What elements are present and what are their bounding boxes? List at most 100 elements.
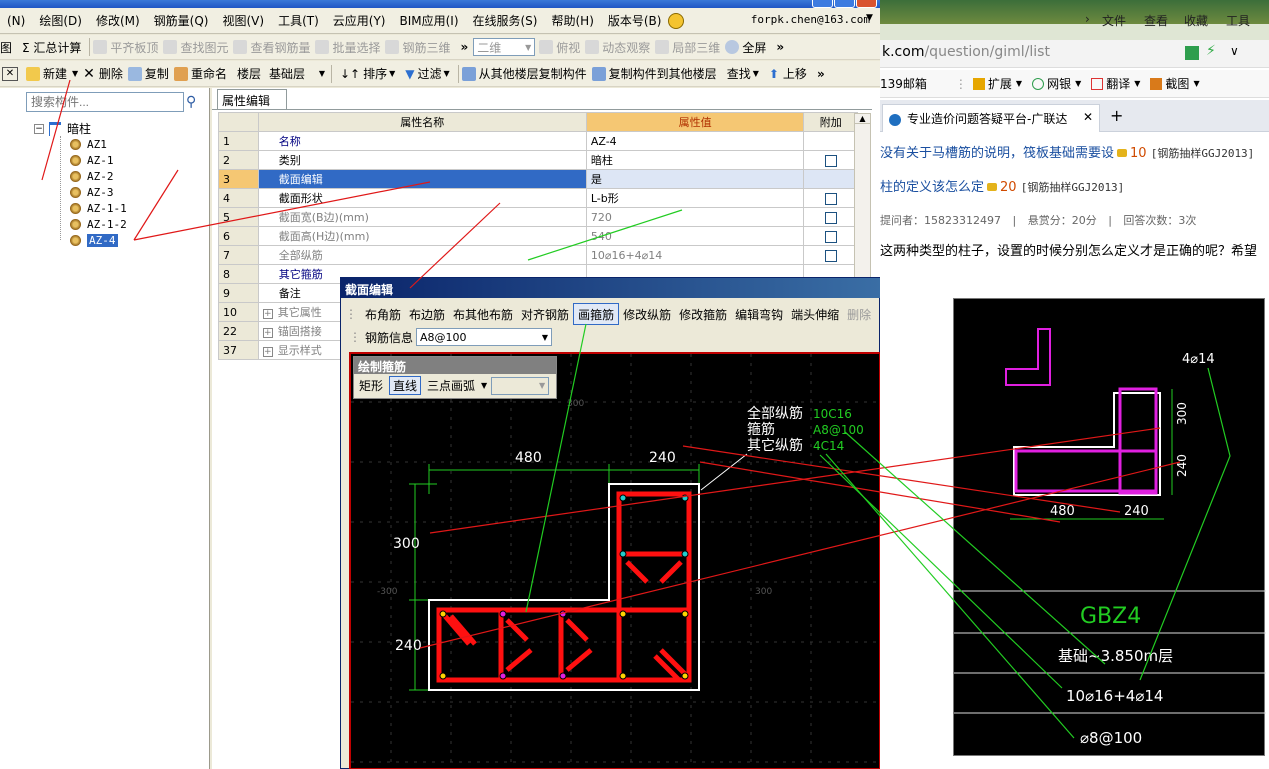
question-link-2[interactable]: 柱的定义该怎么定 20 [钢筋抽样GGJ2013] <box>880 176 1124 195</box>
local-3d-button[interactable]: 局部三维 <box>672 36 725 58</box>
copy-from-floor-button[interactable]: 从其他楼层复制构件 <box>479 63 592 85</box>
expand-icon[interactable]: + <box>262 347 273 357</box>
table-row[interactable]: 7 全部纵筋 10⌀16+4⌀14 <box>218 245 858 265</box>
fullscreen-button[interactable]: 全屏 <box>742 36 771 58</box>
tree-item-az1[interactable]: AZ1 <box>70 138 107 151</box>
prop-value[interactable]: 暗柱 <box>585 150 805 170</box>
top-view-button[interactable]: 俯视 <box>556 36 585 58</box>
table-row[interactable]: 1 名称 AZ-4 <box>218 131 858 151</box>
rectangle-tool-button[interactable]: 矩形 <box>357 377 385 394</box>
find-element-button[interactable]: 查找图元 <box>180 36 233 58</box>
sort-button[interactable]: ↓↑ 排序 ▼ <box>335 63 400 85</box>
close-panel-icon[interactable]: ✕ <box>2 66 18 81</box>
close-button[interactable] <box>856 0 877 8</box>
filter-button[interactable]: ▼ 过滤 ▼ <box>400 63 454 85</box>
user-account[interactable]: forpk.chen@163.com <box>751 13 870 26</box>
floor-select[interactable]: 基础层 ▼ <box>266 65 328 83</box>
extra-checkbox[interactable] <box>824 154 837 167</box>
maximize-button[interactable] <box>834 0 855 8</box>
browser-tab-active[interactable]: 专业造价问题答疑平台-广联达 ✕ <box>882 104 1100 132</box>
modify-stirrup-button[interactable]: 修改箍筋 <box>675 303 731 325</box>
find-button[interactable]: 查找 ▼ <box>722 63 764 85</box>
view-mode-select[interactable]: 二维 ▼ <box>473 38 536 56</box>
scroll-up-icon[interactable]: ▲ <box>855 114 870 124</box>
minimize-button[interactable] <box>812 0 833 8</box>
prop-value[interactable]: 10⌀16+4⌀14 <box>585 245 805 265</box>
chevron-down-icon[interactable]: ∨ <box>1230 44 1239 58</box>
chevron-down-icon[interactable]: ▼ <box>1193 79 1199 88</box>
align-slab-top-button[interactable]: 平齐板顶 <box>110 36 163 58</box>
menu-item-rebar[interactable]: 钢筋量(Q) <box>147 12 216 29</box>
extra-checkbox[interactable] <box>824 211 837 224</box>
batch-select-button[interactable]: 批量选择 <box>332 36 385 58</box>
prop-value[interactable]: 540 <box>585 226 805 246</box>
browser-menu-view[interactable]: 查看 <box>1144 12 1168 29</box>
menu-item-online[interactable]: 在线服务(S) <box>466 12 545 29</box>
menu-item-cloud[interactable]: 云应用(Y) <box>326 12 393 29</box>
qr-icon[interactable] <box>1185 46 1199 60</box>
delete-button[interactable]: ✕ 删除 <box>78 63 128 85</box>
chevron-down-icon[interactable]: ▼ <box>1016 79 1022 88</box>
table-row[interactable]: 4 截面形状 L-b形 <box>218 188 858 208</box>
tree-item-az-1[interactable]: AZ-1 <box>70 154 114 167</box>
table-row[interactable]: 2 类别 暗柱 <box>218 150 858 170</box>
prop-value[interactable]: 720 <box>585 207 805 227</box>
browser-menu-file[interactable]: 文件 <box>1102 12 1126 29</box>
bookmark-screenshot[interactable]: 截图 <box>1165 75 1189 92</box>
new-button[interactable]: 新建 <box>43 63 72 85</box>
table-row-selected[interactable]: 3 截面编辑是 <box>218 169 858 189</box>
toolbar-item-view[interactable]: 图 <box>0 36 17 58</box>
toolbar-overflow-icon[interactable]: » <box>812 63 830 85</box>
browser-menu-tools[interactable]: 工具 <box>1226 12 1250 29</box>
end-extend-button[interactable]: 端头伸缩 <box>787 303 843 325</box>
menu-item-bim[interactable]: BIM应用(I) <box>392 12 465 29</box>
summary-calc-button[interactable]: Σ 汇总计算 <box>17 36 86 58</box>
modify-long-rebar-button[interactable]: 修改纵筋 <box>619 303 675 325</box>
new-tab-button[interactable]: + <box>1110 106 1123 125</box>
address-bar[interactable]: k.com/question/giml/list ⚡ ∨ <box>880 40 1269 68</box>
expand-icon[interactable]: + <box>262 309 273 319</box>
chevron-down-icon[interactable]: ▼ <box>481 381 487 390</box>
rebar-info-select[interactable]: A8@100 ▼ <box>416 328 553 346</box>
menu-item-tools[interactable]: 工具(T) <box>271 12 326 29</box>
menu-item-draw[interactable]: 绘图(D) <box>32 12 89 29</box>
corner-rebar-button[interactable]: 布角筋 <box>361 303 405 325</box>
bookmark-139mail[interactable]: 139邮箱 <box>880 75 927 92</box>
other-rebar-button[interactable]: 布其他布筋 <box>449 303 517 325</box>
tree-item-az-2[interactable]: AZ-2 <box>70 170 114 183</box>
user-dropdown-icon[interactable]: ▼ <box>866 13 873 23</box>
chevron-down-icon[interactable]: ▼ <box>1075 79 1081 88</box>
lightning-icon[interactable]: ⚡ <box>1206 43 1216 59</box>
collapse-icon[interactable]: − <box>34 123 44 134</box>
copy-to-floor-button[interactable]: 复制构件到其他楼层 <box>609 63 722 85</box>
rebar-3d-button[interactable]: 钢筋三维 <box>402 36 455 58</box>
prop-value[interactable]: L-b形 <box>585 188 805 208</box>
search-icon[interactable]: ⚲ <box>186 94 196 110</box>
bookmark-extension[interactable]: 扩展 <box>988 75 1012 92</box>
menu-item-version[interactable]: 版本号(B) <box>601 12 669 29</box>
tab-property-edit[interactable]: 属性编辑 <box>217 89 287 109</box>
extra-checkbox[interactable] <box>824 249 837 262</box>
copy-button[interactable]: 复制 <box>145 63 174 85</box>
tree-item-az-4[interactable]: AZ-4 <box>70 234 118 247</box>
tree-item-az-3[interactable]: AZ-3 <box>70 186 114 199</box>
view-rebar-button[interactable]: 查看钢筋量 <box>250 36 315 58</box>
forward-icon[interactable]: › <box>1085 12 1090 26</box>
menu-item-modify[interactable]: 修改(M) <box>89 12 147 29</box>
extra-checkbox[interactable] <box>824 230 837 243</box>
bookmark-translate[interactable]: 翻译 <box>1106 75 1130 92</box>
three-point-arc-button[interactable]: 三点画弧 <box>425 377 477 394</box>
line-tool-button[interactable]: 直线 <box>389 376 422 395</box>
tree-item-az-1-2[interactable]: AZ-1-2 <box>70 218 127 231</box>
browser-menu-favorites[interactable]: 收藏 <box>1184 12 1208 29</box>
tree-item-az-1-1[interactable]: AZ-1-1 <box>70 202 127 215</box>
prop-value[interactable]: AZ-4 <box>585 131 805 151</box>
toolbar-overflow-icon[interactable]: » <box>456 36 474 58</box>
component-search-input[interactable] <box>26 92 184 112</box>
arc-option-select[interactable]: ▼ <box>491 376 550 395</box>
edge-rebar-button[interactable]: 布边筋 <box>405 303 449 325</box>
extra-checkbox[interactable] <box>824 192 837 205</box>
close-tab-icon[interactable]: ✕ <box>1083 110 1093 124</box>
align-rebar-button[interactable]: 对齐钢筋 <box>517 303 573 325</box>
edit-hook-button[interactable]: 编辑弯钩 <box>731 303 787 325</box>
